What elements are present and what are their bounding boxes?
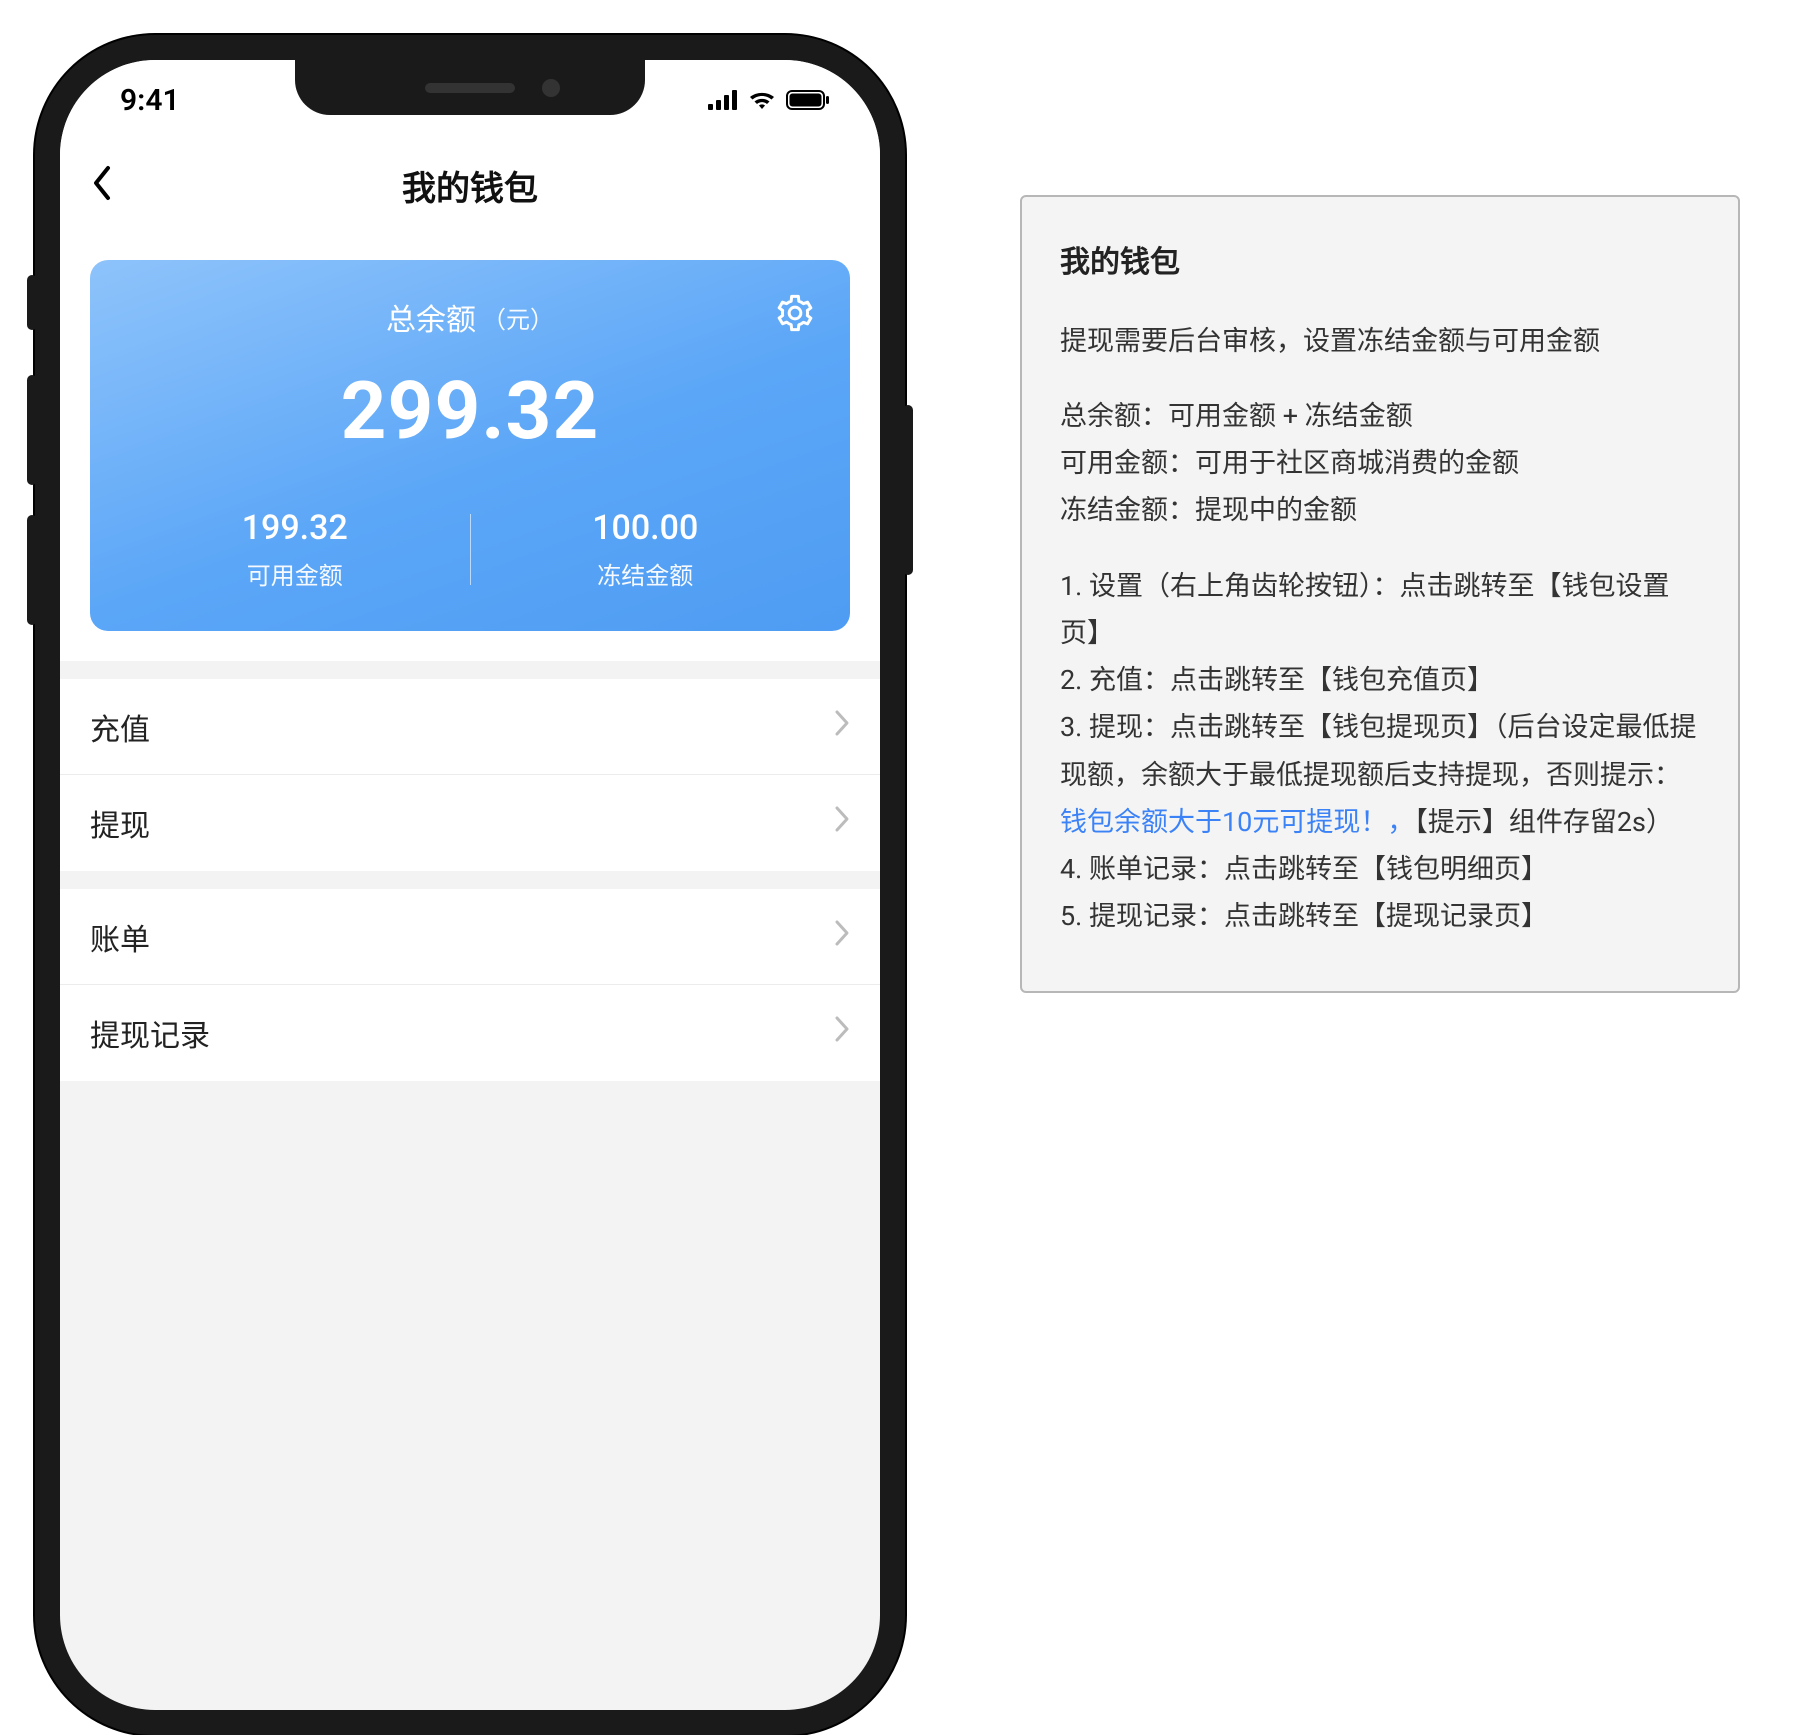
phone-frame: 9:41 — [35, 35, 905, 1735]
balance-title: 总余额 — [386, 295, 476, 339]
cell-withdraw-history[interactable]: 提现记录 — [60, 985, 880, 1081]
chevron-right-icon — [834, 919, 850, 955]
annotation-item-2: 2. 充值：点击跳转至【钱包充值页】 — [1060, 664, 1494, 696]
annotation-item-3-link: 钱包余额大于10元可提现！， — [1060, 806, 1414, 838]
cell-label: 提现记录 — [90, 1011, 210, 1055]
content-area: 总余额 （元） 299.32 — [60, 230, 880, 1081]
cellular-signal-icon — [708, 90, 738, 110]
annotation-list: 1. 设置（右上角齿轮按钮）：点击跳转至【钱包设置页】 2. 充值：点击跳转至【… — [1060, 563, 1700, 941]
menu-group-1: 充值 提现 — [60, 679, 880, 871]
battery-icon — [786, 90, 830, 110]
annotation-definitions: 总余额：可用金额 + 冻结金额 可用金额：可用于社区商城消费的金额 冻结金额：提… — [1060, 393, 1700, 535]
annotation-item-3a: 3. 提现：点击跳转至【钱包提现页】（后台设定最低提现额，余额大于最低提现额后支… — [1060, 711, 1697, 790]
cell-label: 账单 — [90, 915, 150, 959]
balance-unit: （元） — [482, 300, 554, 335]
chevron-right-icon — [834, 1015, 850, 1051]
balance-split: 199.32 可用金额 100.00 冻结金额 — [120, 508, 820, 591]
balance-section: 总余额 （元） 299.32 — [60, 230, 880, 661]
status-indicators — [708, 90, 830, 110]
phone-button-silence — [27, 275, 37, 330]
balance-title-row: 总余额 （元） — [120, 295, 820, 339]
annotation-item-3b: 【提示】组件存留2s） — [1414, 806, 1673, 838]
section-gap — [60, 871, 880, 889]
annotation-def-line: 冻结金额：提现中的金额 — [1060, 494, 1357, 526]
annotation-item-1: 1. 设置（右上角齿轮按钮）：点击跳转至【钱包设置页】 — [1060, 570, 1670, 649]
phone-button-volume-down — [27, 515, 37, 625]
cell-recharge[interactable]: 充值 — [60, 679, 880, 775]
annotation-intro: 提现需要后台审核，设置冻结金额与可用金额 — [1060, 318, 1700, 365]
annotation-def-line: 总余额：可用金额 + 冻结金额 — [1060, 400, 1413, 432]
frozen-balance-label: 冻结金额 — [471, 556, 821, 591]
total-balance: 299.32 — [120, 364, 820, 458]
available-balance-col: 199.32 可用金额 — [120, 508, 470, 591]
annotation-panel: 我的钱包 提现需要后台审核，设置冻结金额与可用金额 总余额：可用金额 + 冻结金… — [1020, 195, 1740, 993]
page-title: 我的钱包 — [402, 161, 538, 210]
phone-notch — [295, 60, 645, 115]
frozen-balance-col: 100.00 冻结金额 — [471, 508, 821, 591]
annotation-title: 我的钱包 — [1060, 237, 1700, 290]
annotation-item-5: 5. 提现记录：点击跳转至【提现记录页】 — [1060, 900, 1548, 932]
available-balance-value: 199.32 — [120, 508, 470, 548]
chevron-right-icon — [834, 709, 850, 745]
settings-button[interactable] — [775, 293, 815, 341]
phone-button-volume-up — [27, 375, 37, 485]
section-gap — [60, 661, 880, 679]
chevron-right-icon — [834, 805, 850, 841]
wifi-icon — [748, 90, 776, 110]
annotation-def-line: 可用金额：可用于社区商城消费的金额 — [1060, 447, 1519, 479]
cell-label: 提现 — [90, 801, 150, 845]
available-balance-label: 可用金额 — [120, 556, 470, 591]
gear-icon — [775, 293, 815, 333]
frozen-balance-value: 100.00 — [471, 508, 821, 548]
nav-bar: 我的钱包 — [60, 140, 880, 230]
phone-screen: 9:41 — [60, 60, 880, 1710]
cell-bill[interactable]: 账单 — [60, 889, 880, 985]
status-time: 9:41 — [120, 83, 180, 118]
back-button[interactable] — [90, 164, 112, 206]
annotation-item-4: 4. 账单记录：点击跳转至【钱包明细页】 — [1060, 853, 1548, 885]
cell-withdraw[interactable]: 提现 — [60, 775, 880, 871]
phone-button-power — [903, 405, 913, 575]
menu-group-2: 账单 提现记录 — [60, 889, 880, 1081]
cell-label: 充值 — [90, 705, 150, 749]
chevron-left-icon — [90, 164, 112, 202]
balance-card: 总余额 （元） 299.32 — [90, 260, 850, 631]
